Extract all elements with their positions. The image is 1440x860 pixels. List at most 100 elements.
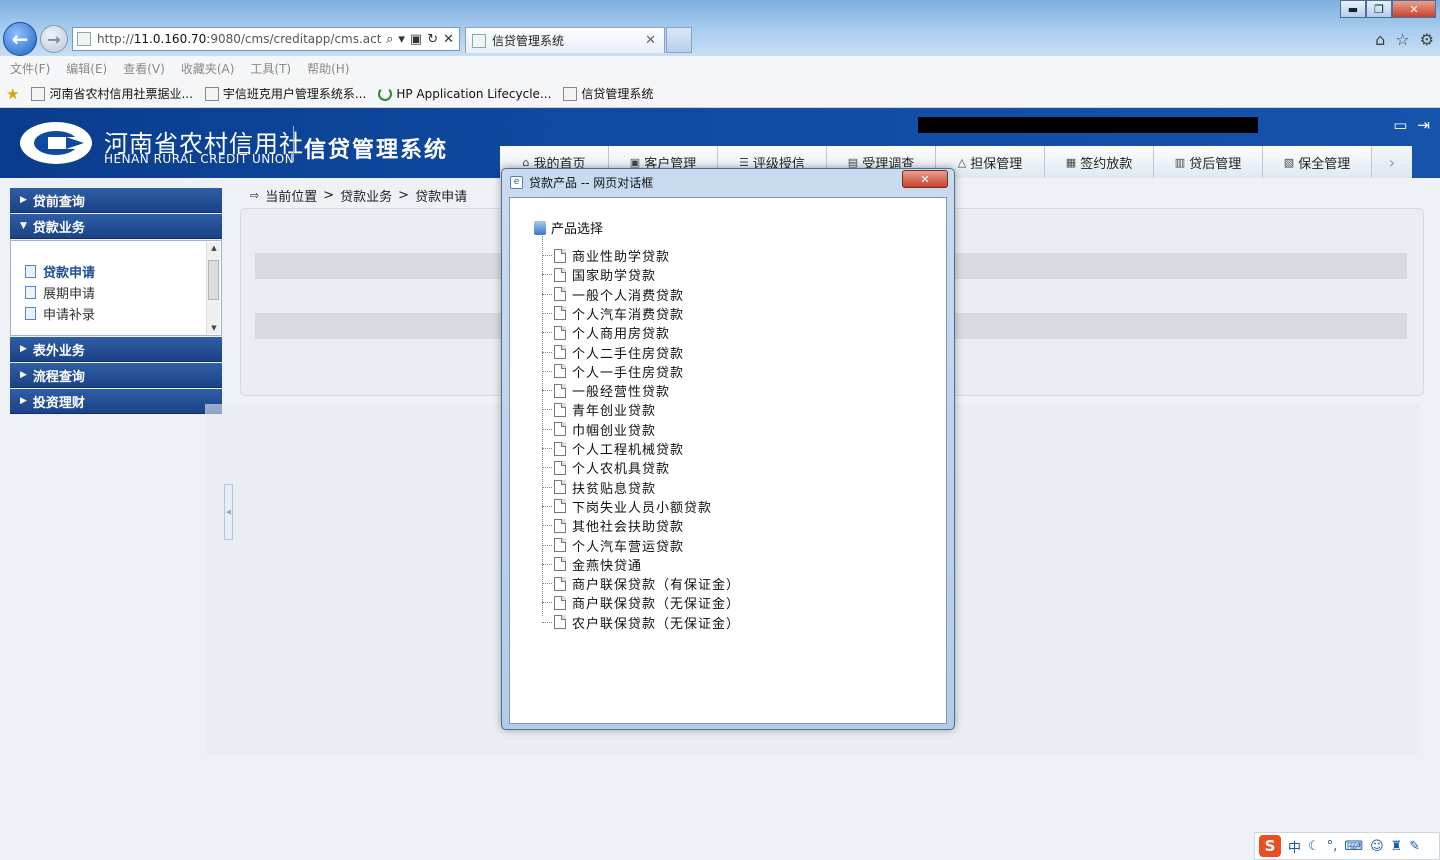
- tree-item-product[interactable]: 一般个人消费贷款: [542, 285, 684, 304]
- sidebar-section-investment[interactable]: ▶ 投资理财: [10, 389, 222, 414]
- logout-icon[interactable]: ⇥: [1417, 116, 1430, 134]
- sidebar-section-process-query[interactable]: ▶ 流程查询: [10, 363, 222, 388]
- home-icon[interactable]: ⌂: [1375, 30, 1385, 49]
- browser-tab[interactable]: 信贷管理系统 ✕: [465, 27, 665, 53]
- nav-tab-preservation[interactable]: ▧ 保全管理: [1263, 146, 1372, 178]
- compat-view-icon[interactable]: ▣: [410, 32, 422, 47]
- menu-favorites[interactable]: 收藏夹(A): [181, 60, 235, 77]
- tree-item-product[interactable]: 下岗失业人员小额贷款: [542, 497, 712, 516]
- system-title: 信贷管理系统: [304, 138, 449, 163]
- user-icon[interactable]: ☺: [1370, 839, 1384, 854]
- sidebar-scrollbar[interactable]: ▲ ▼: [206, 242, 220, 334]
- tree-item-product[interactable]: 个人农机具贷款: [542, 458, 670, 477]
- tree-item-product[interactable]: 个人二手住房贷款: [542, 343, 684, 362]
- menu-edit[interactable]: 编辑(E): [66, 60, 107, 77]
- tree-connector: [542, 274, 552, 276]
- settings-gear-icon[interactable]: ⚙: [1420, 30, 1434, 49]
- nav-tab-signing[interactable]: ▦ 签约放款: [1045, 146, 1154, 178]
- tab-close-icon[interactable]: ✕: [645, 33, 656, 48]
- favorite-link[interactable]: 河南省农村信用社票据业...: [31, 85, 193, 102]
- browser-toolbar-icons: ⌂ ☆ ⚙: [1375, 30, 1434, 49]
- nav-scroll-right-icon[interactable]: ›: [1372, 146, 1412, 178]
- tree-connector: [542, 390, 552, 392]
- tree-connector: [542, 544, 552, 546]
- favorites-star-icon[interactable]: ★: [6, 85, 19, 103]
- tree-item-product[interactable]: 个人一手住房贷款: [542, 362, 684, 381]
- sidebar-section-off-balance[interactable]: ▶ 表外业务: [10, 337, 222, 362]
- sidebar-item-loan-application[interactable]: 贷款申请: [25, 262, 95, 281]
- tree-item-product[interactable]: 扶贫贴息贷款: [542, 478, 656, 497]
- document-icon: [25, 265, 36, 278]
- doc-icon: ▥: [1174, 155, 1186, 169]
- tree-item-product[interactable]: 国家助学贷款: [542, 265, 656, 284]
- product-dialog: e 贷款产品 -- 网页对话框 ✕ 产品选择 商业性助学贷款 国家助学贷款 一般个人…: [501, 168, 955, 730]
- address-bar[interactable]: http://11.0.160.70:9080/cms/creditapp/cm…: [72, 27, 460, 51]
- menu-tools[interactable]: 工具(T): [250, 60, 291, 77]
- sidebar-item-extension-application[interactable]: 展期申请: [25, 283, 95, 302]
- shield-icon: ▧: [1283, 155, 1295, 169]
- document-icon: [554, 306, 566, 321]
- scrollbar-thumb[interactable]: [208, 260, 219, 300]
- menu-file[interactable]: 文件(F): [10, 60, 50, 77]
- skin-icon[interactable]: ♜: [1391, 839, 1403, 854]
- page-icon: [472, 33, 486, 48]
- tree-item-product[interactable]: 农户联保贷款（无保证金）: [542, 613, 740, 632]
- tree-connector: [542, 409, 552, 411]
- dialog-titlebar[interactable]: e 贷款产品 -- 网页对话框: [502, 169, 954, 195]
- tree-connector: [542, 332, 552, 334]
- sidebar-section-preloan-query[interactable]: ▶ 贷前查询: [10, 188, 222, 213]
- dropdown-icon[interactable]: ▾: [398, 32, 405, 47]
- document-icon: [554, 499, 566, 514]
- sidebar-item-application-supplement[interactable]: 申请补录: [25, 304, 95, 323]
- tree-connector: [542, 370, 552, 372]
- tree-item-product[interactable]: 个人汽车消费贷款: [542, 304, 684, 323]
- tree-item-product[interactable]: 个人商用房贷款: [542, 323, 670, 342]
- tree-item-product[interactable]: 商户联保贷款（有保证金）: [542, 574, 740, 593]
- tree-item-product[interactable]: 青年创业贷款: [542, 400, 656, 419]
- punctuation-icon[interactable]: °,: [1327, 839, 1338, 854]
- tree-item-product[interactable]: 商业性助学贷款: [542, 246, 670, 265]
- sogou-logo-icon[interactable]: S: [1259, 835, 1281, 857]
- favorite-link[interactable]: 信贷管理系统: [563, 85, 653, 102]
- sidebar-section-loan-business[interactable]: ▼ 贷款业务: [10, 214, 222, 239]
- search-icon[interactable]: ⌕: [386, 32, 393, 47]
- favorite-link[interactable]: 宇信班克用户管理系统系...: [204, 85, 366, 102]
- ime-mode[interactable]: 中: [1288, 837, 1301, 856]
- keyboard-icon[interactable]: ⌨: [1344, 839, 1363, 854]
- wrench-icon[interactable]: ✎: [1409, 839, 1420, 854]
- refresh-icon[interactable]: ↻: [427, 32, 438, 47]
- tree-root[interactable]: 产品选择: [534, 218, 603, 237]
- breadcrumb: ⇨ 当前位置 > 贷款业务 > 贷款申请: [250, 186, 468, 205]
- moon-icon[interactable]: ☾: [1308, 839, 1320, 854]
- minimize-button[interactable]: ▬: [1340, 0, 1366, 18]
- nav-tab-post-loan[interactable]: ▥ 贷后管理: [1154, 146, 1263, 178]
- tree-item-product[interactable]: 个人工程机械贷款: [542, 439, 684, 458]
- breadcrumb-loan-business[interactable]: 贷款业务: [340, 186, 392, 205]
- tree-item-product[interactable]: 金燕快贷通: [542, 555, 642, 574]
- stop-icon[interactable]: ✕: [443, 32, 454, 47]
- url-text[interactable]: http://11.0.160.70:9080/cms/creditapp/cm…: [97, 32, 381, 46]
- scroll-up-icon[interactable]: ▲: [207, 244, 221, 252]
- document-icon: [554, 325, 566, 340]
- tree-item-product[interactable]: 一般经营性贷款: [542, 381, 670, 400]
- monitor-icon[interactable]: ▭: [1393, 116, 1407, 134]
- tree-connector: [542, 602, 552, 604]
- back-button[interactable]: ←: [3, 22, 37, 56]
- window-close-button[interactable]: ✕: [1392, 0, 1436, 18]
- scroll-down-icon[interactable]: ▼: [207, 324, 221, 332]
- forward-button[interactable]: →: [40, 25, 68, 53]
- new-tab-button[interactable]: [666, 27, 692, 53]
- maximize-button[interactable]: ❐: [1366, 0, 1392, 18]
- tree-item-product[interactable]: 个人汽车营运贷款: [542, 536, 684, 555]
- dialog-close-button[interactable]: ✕: [902, 170, 948, 188]
- dialog-body: 产品选择 商业性助学贷款 国家助学贷款 一般个人消费贷款 个人汽车消费贷款 个人商用房贷…: [509, 197, 947, 724]
- menu-view[interactable]: 查看(V): [123, 60, 165, 77]
- tree-item-product[interactable]: 商户联保贷款（无保证金）: [542, 593, 740, 612]
- favorite-link[interactable]: HP Application Lifecycle...: [378, 86, 551, 101]
- logo-divider: [293, 126, 294, 162]
- page-icon: [31, 86, 46, 101]
- tree-item-product[interactable]: 其他社会扶助贷款: [542, 516, 684, 535]
- menu-help[interactable]: 帮助(H): [307, 60, 349, 77]
- favorites-star-icon[interactable]: ☆: [1395, 30, 1409, 49]
- tree-item-product[interactable]: 巾帼创业贷款: [542, 420, 656, 439]
